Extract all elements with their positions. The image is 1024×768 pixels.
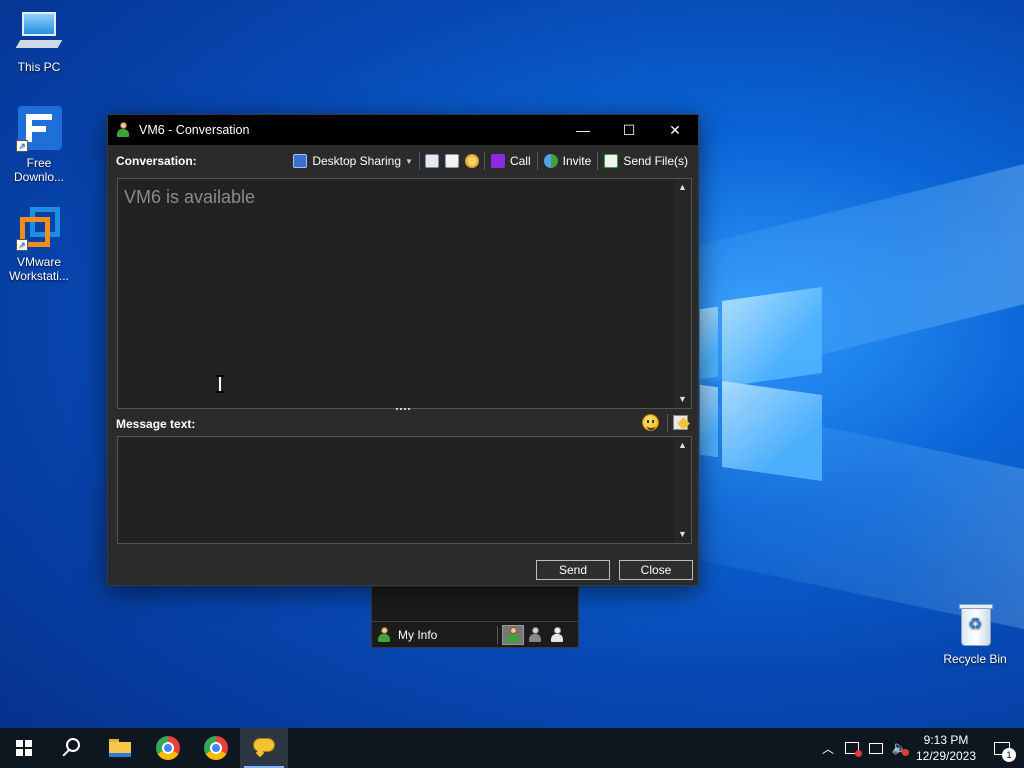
clock-date: 12/29/2023 — [915, 749, 977, 763]
desktop-icon-label: Recycle Bin — [943, 652, 1007, 666]
search-icon — [62, 738, 82, 758]
title-bar[interactable]: VM6 - Conversation — ☐ ✕ — [108, 115, 698, 145]
my-info-link[interactable]: My Info — [398, 628, 437, 642]
chevron-down-icon: ▼ — [405, 156, 413, 166]
tray-app-icon[interactable] — [840, 728, 864, 768]
formatting-notes-icon[interactable] — [673, 415, 688, 430]
send-file-icon — [604, 154, 619, 168]
desktop-sharing-icon — [293, 154, 308, 168]
desktop-sharing-button[interactable]: Desktop Sharing ▼ — [289, 150, 417, 172]
conversation-history[interactable]: VM6 is available ▲ ▼ — [117, 178, 692, 409]
history-icon — [424, 154, 439, 168]
this-pc-icon — [15, 10, 63, 56]
conversation-scrollbar[interactable]: ▲ ▼ — [674, 179, 691, 408]
chrome-icon — [156, 736, 180, 760]
video-camera-icon — [490, 154, 505, 168]
volume-tray-button[interactable]: 🔈 — [888, 728, 912, 768]
network-icon — [869, 742, 883, 754]
conversation-label: Conversation: — [116, 154, 197, 168]
desktop-icon-this-pc[interactable]: This PC — [1, 10, 77, 74]
desktop-icon-recycle-bin[interactable]: ♻ Recycle Bin — [937, 602, 1013, 666]
close-button[interactable]: Close — [619, 560, 693, 580]
away-status-icon — [529, 627, 542, 642]
message-input[interactable]: ▲ ▼ — [117, 436, 692, 544]
clock-time: 9:13 PM — [923, 733, 969, 747]
contact-info-icon — [444, 154, 459, 168]
call-label: Call — [509, 154, 531, 168]
invite-button[interactable]: Invite — [540, 150, 596, 172]
desktop-icon-label: VMware Workstati... — [9, 255, 69, 283]
taskbar-file-explorer[interactable] — [96, 728, 144, 768]
my-info-icon — [378, 627, 390, 642]
search-button[interactable] — [48, 728, 96, 768]
send-files-label: Send File(s) — [623, 154, 688, 168]
vmware-workstation-icon: ↗ — [16, 205, 62, 251]
message-text-label: Message text: — [116, 417, 196, 431]
conversation-toolbar: Conversation: Desktop Sharing ▼ Call Inv… — [108, 145, 698, 177]
message-scrollbar[interactable]: ▲ ▼ — [674, 437, 691, 543]
desktop-sharing-label: Desktop Sharing — [312, 154, 402, 168]
notification-count-badge: 1 — [1002, 748, 1016, 762]
call-button[interactable]: Call — [487, 150, 535, 172]
taskbar-chrome-1[interactable] — [144, 728, 192, 768]
scroll-down-arrow-icon[interactable]: ▼ — [674, 526, 691, 543]
contact-list-window: My Info — [371, 586, 579, 648]
desktop-icon-label: Free Downlo... — [13, 156, 65, 184]
scroll-up-arrow-icon[interactable]: ▲ — [674, 179, 691, 196]
history-button[interactable] — [422, 150, 442, 172]
taskbar-chrome-2[interactable] — [192, 728, 240, 768]
taskbar-clock[interactable]: 9:13 PM 12/29/2023 — [912, 732, 980, 764]
file-explorer-icon — [109, 739, 131, 757]
taskbar: ︿ 🔈 9:13 PM 12/29/2023 1 — [0, 728, 1024, 768]
maximize-button[interactable]: ☐ — [606, 115, 652, 145]
show-hidden-icons-chevron-icon[interactable]: ︿ — [816, 740, 840, 757]
send-button[interactable]: Send — [536, 560, 610, 580]
settings-button[interactable] — [462, 150, 482, 172]
online-status-icon — [507, 627, 520, 642]
recycle-bin-icon: ♻ — [952, 602, 998, 648]
invite-label: Invite — [562, 154, 592, 168]
desktop-icon-vmware[interactable]: ↗ VMware Workstati... — [1, 205, 77, 283]
windows-start-icon — [16, 740, 32, 756]
desktop-icon-free-download-manager[interactable]: ↗ Free Downlo... — [1, 106, 77, 184]
security-alert-icon — [845, 742, 862, 757]
window-title: VM6 - Conversation — [139, 123, 250, 137]
free-download-manager-icon: ↗ — [16, 106, 62, 152]
system-tray: ︿ 🔈 9:13 PM 12/29/2023 1 — [816, 728, 1024, 768]
status-online-button[interactable] — [502, 624, 525, 645]
gear-icon — [464, 154, 479, 168]
close-window-button[interactable]: ✕ — [652, 115, 698, 145]
conversation-window: VM6 - Conversation — ☐ ✕ Conversation: D… — [107, 114, 699, 586]
invite-users-icon — [543, 154, 558, 168]
send-files-button[interactable]: Send File(s) — [600, 150, 698, 172]
pane-splitter-handle[interactable] — [396, 408, 410, 412]
minimize-button[interactable]: — — [560, 115, 606, 145]
network-tray-button[interactable] — [864, 728, 888, 768]
desktop-icon-label: This PC — [17, 60, 61, 74]
status-offline-button[interactable] — [546, 625, 568, 645]
text-cursor-icon — [216, 375, 224, 393]
offline-status-icon — [551, 627, 564, 642]
action-center-button[interactable]: 1 — [980, 728, 1024, 768]
messenger-chat-icon — [253, 738, 275, 758]
emoticon-icon[interactable] — [642, 414, 659, 431]
status-away-button[interactable] — [524, 625, 546, 645]
windows-logo-wallpaper — [700, 286, 822, 482]
availability-status-text: VM6 is available — [124, 187, 256, 207]
scroll-up-arrow-icon[interactable]: ▲ — [674, 437, 691, 454]
chrome-icon — [204, 736, 228, 760]
taskbar-messenger[interactable] — [240, 728, 288, 768]
contact-list-status-bar: My Info — [372, 621, 578, 647]
contact-info-button[interactable] — [442, 150, 462, 172]
start-button[interactable] — [0, 728, 48, 768]
app-user-icon — [117, 122, 131, 138]
scroll-down-arrow-icon[interactable]: ▼ — [674, 391, 691, 408]
